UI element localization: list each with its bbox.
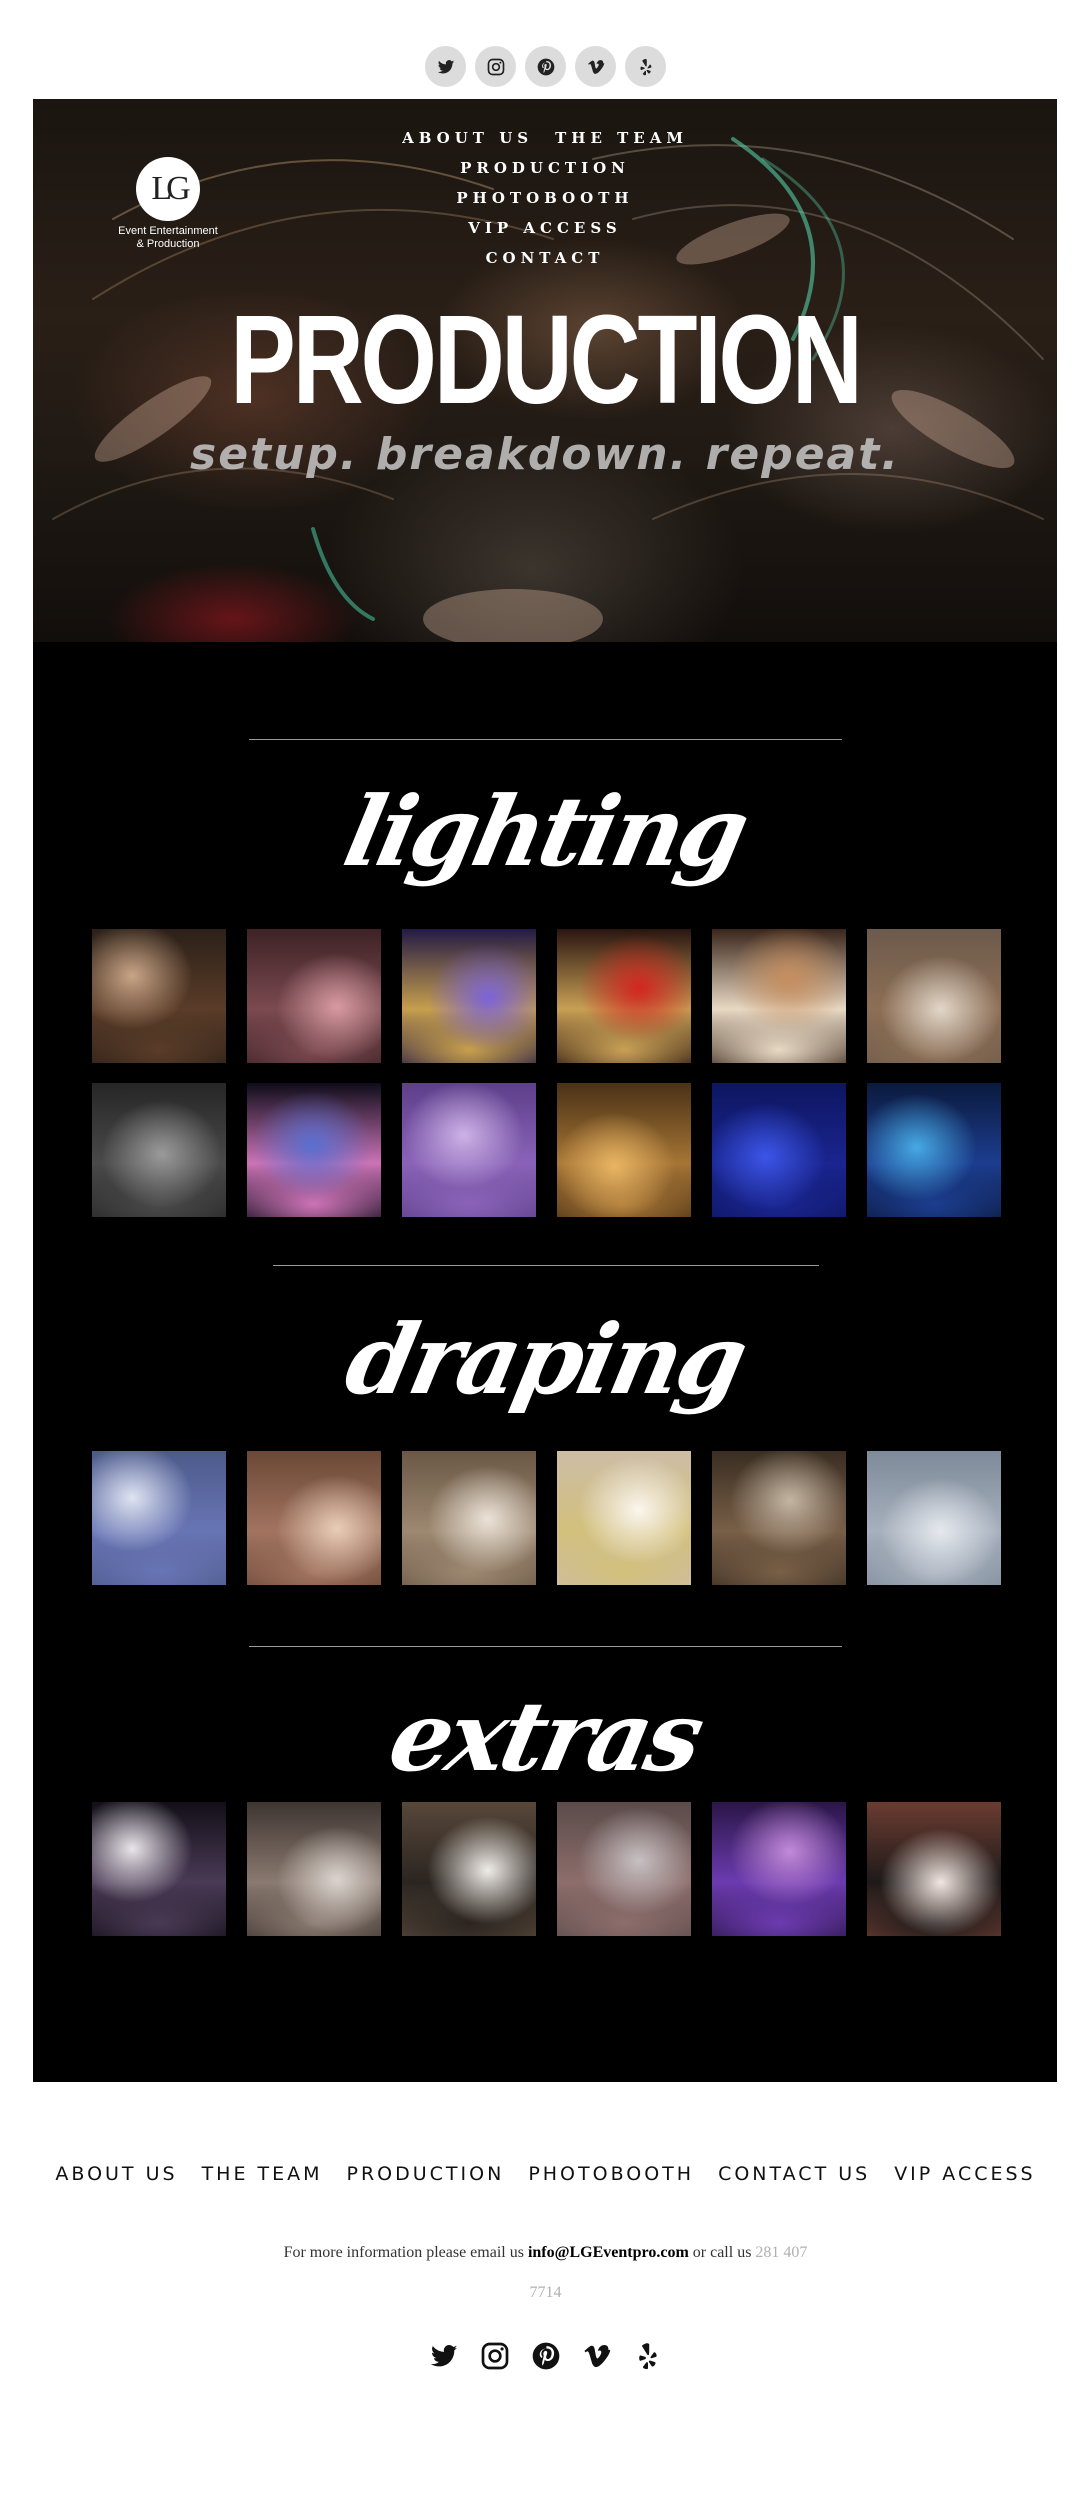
hero-nav-row-5: CONTACT [33,249,1057,267]
extras-heading-text: extras [380,1680,710,1793]
photo-extras-first-dance-clouds[interactable] [402,1802,536,1936]
hero-banner: LG Event Entertainment & Production ABOU… [33,99,1057,642]
footer-nav-about-us[interactable]: ABOUT US [55,2163,177,2185]
vimeo-icon [587,59,604,74]
page-tagline: setup. breakdown. repeat. [190,429,900,480]
photo-extras-sparklers[interactable] [92,1802,226,1936]
yelp-icon [638,2342,657,2369]
gallery-section: lighting draping extras [33,642,1057,2082]
photo-extras-purple-celebration[interactable] [712,1802,846,1936]
photo-draping-tan-drapes[interactable] [247,1451,381,1585]
footer-nav-photobooth[interactable]: PHOTOBOOTH [528,2163,694,2185]
hero-nav: ABOUT US THE TEAM PRODUCTION PHOTOBOOTH … [33,129,1057,279]
contact-info: For more information please email us inf… [0,2233,1091,2313]
pinterest-icon [532,2342,559,2369]
pinterest-icon [537,58,554,75]
email-link[interactable]: info@LGEventpro.com [528,2244,689,2261]
instagram-icon [481,2342,508,2369]
phone-link-part-1[interactable]: 281 407 [755,2244,807,2261]
yelp-link-footer[interactable] [631,2339,664,2372]
social-links-top [0,46,1091,88]
extras-heading: extras [22,1680,1067,1793]
footer-nav-production[interactable]: PRODUCTION [347,2163,505,2185]
yelp-link[interactable] [625,46,666,87]
photo-extras-couple-fog[interactable] [867,1802,1001,1936]
section-divider-extras [249,1646,842,1647]
twitter-icon [430,2344,457,2366]
photo-lighting-floral-arch[interactable] [92,929,226,1063]
photo-draping-stage[interactable] [712,1451,846,1585]
photo-lighting-lavender-hall[interactable] [402,1083,536,1217]
footer-nav-vip-access[interactable]: VIP ACCESS [894,2163,1035,2185]
hero-nav-contact[interactable]: CONTACT [486,249,605,267]
photo-lighting-wall-monogram[interactable] [92,1083,226,1217]
photo-lighting-pink-monogram[interactable] [247,929,381,1063]
vimeo-link[interactable] [575,46,616,87]
hero-nav-the-team[interactable]: THE TEAM [555,129,688,147]
photo-lighting-red-cake[interactable] [557,929,691,1063]
hero-nav-photobooth[interactable]: PHOTOBOOTH [456,189,633,207]
social-links-bottom [0,2339,1091,2372]
contact-line-1: For more information please email us inf… [0,2233,1091,2273]
hero-nav-production[interactable]: PRODUCTION [460,159,630,177]
photo-lighting-gobo-monogram[interactable] [712,929,846,1063]
contact-prefix: For more information please email us [283,2244,524,2261]
photo-draping-blue-chairs[interactable] [92,1451,226,1585]
photo-draping-aisle-chairs[interactable] [867,1451,1001,1585]
section-divider-lighting [249,739,842,740]
extras-gallery [92,1802,1001,1936]
draping-gallery [92,1451,1001,1585]
lighting-heading: lighting [22,775,1067,888]
instagram-link-footer[interactable] [478,2339,511,2372]
page-title: PRODUCTION [230,289,863,430]
photo-lighting-blue-dancefloor[interactable] [867,1083,1001,1217]
contact-mid: or call us [692,2244,752,2261]
footer-nav-contact-us[interactable]: CONTACT US [718,2163,870,2185]
hero-nav-row-1: ABOUT US THE TEAM [33,129,1057,147]
photo-draping-ceremony-arch[interactable] [557,1451,691,1585]
photo-lighting-purple-party[interactable] [402,929,536,1063]
photo-lighting-led-dancefloor[interactable] [247,1083,381,1217]
twitter-link[interactable] [425,46,466,87]
twitter-icon [437,59,454,74]
draping-heading: draping [22,1303,1067,1416]
hero-nav-about-us[interactable]: ABOUT US [402,129,533,147]
hero-nav-row-3: PHOTOBOOTH [33,189,1057,207]
section-divider-draping [273,1265,819,1266]
instagram-icon [487,58,504,75]
photo-draping-white-tables[interactable] [402,1451,536,1585]
hero-nav-row-4: VIP ACCESS [33,219,1057,237]
photo-lighting-blue-reception[interactable] [712,1083,846,1217]
photo-lighting-ballroom-white[interactable] [867,929,1001,1063]
lighting-gallery [92,929,1001,1217]
vimeo-icon [583,2344,610,2367]
lighting-heading-text: lighting [335,775,755,888]
photo-lighting-gold-firstdance[interactable] [557,1083,691,1217]
photo-extras-fog-dance[interactable] [247,1802,381,1936]
phone-link-part-2[interactable]: 7714 [530,2284,562,2301]
instagram-link[interactable] [475,46,516,87]
hero-nav-vip-access[interactable]: VIP ACCESS [468,219,621,237]
footer-nav: ABOUT US THE TEAM PRODUCTION PHOTOBOOTH … [0,2163,1091,2185]
vimeo-link-footer[interactable] [580,2339,613,2372]
contact-line-2: 7714 [0,2273,1091,2313]
photo-extras-crowd-cheer[interactable] [557,1802,691,1936]
pinterest-link[interactable] [525,46,566,87]
pinterest-link-footer[interactable] [529,2339,562,2372]
draping-heading-text: draping [336,1303,754,1416]
twitter-link-footer[interactable] [427,2339,460,2372]
yelp-icon [640,58,651,75]
hero-nav-row-2: PRODUCTION [33,159,1057,177]
footer-nav-the-team[interactable]: THE TEAM [202,2163,323,2185]
